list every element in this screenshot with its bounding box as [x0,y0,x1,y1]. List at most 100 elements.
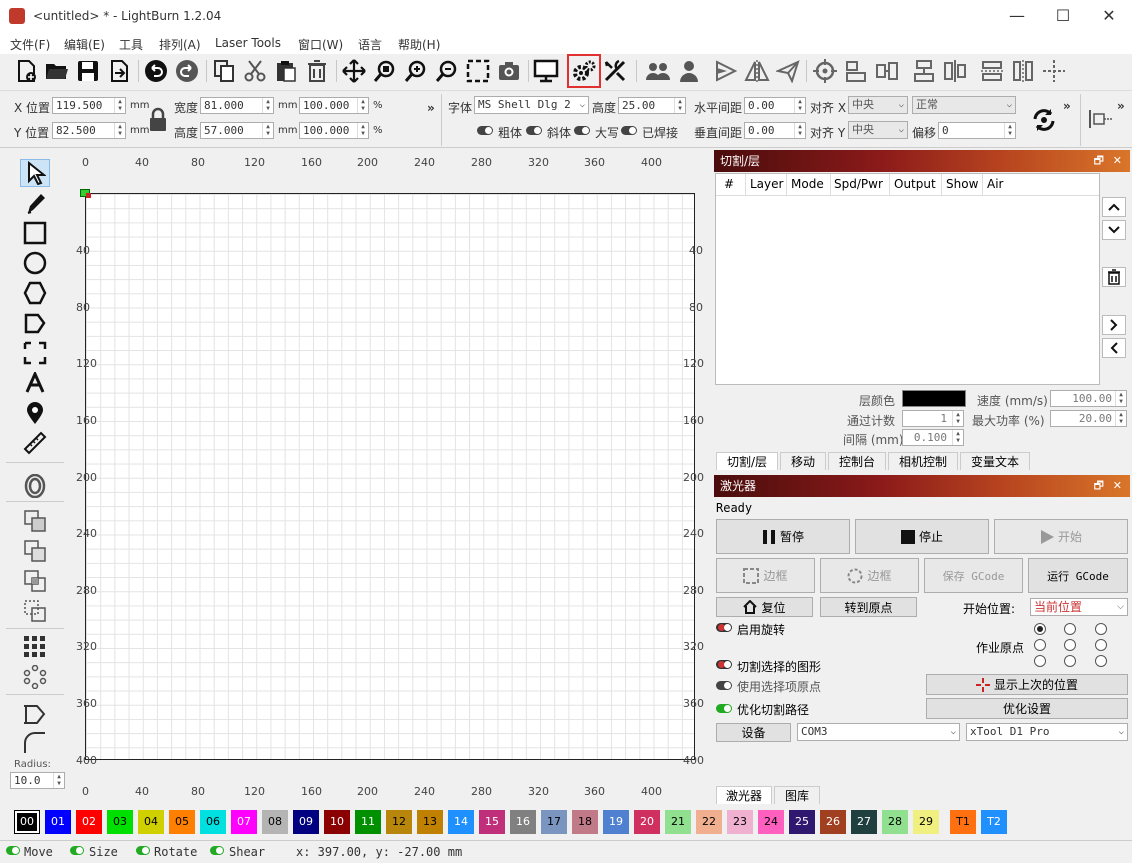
italic-toggle[interactable] [526,126,542,135]
palette-swatch-01[interactable]: 01 [45,810,71,834]
frame-tool-icon[interactable] [20,339,50,367]
move-toggle[interactable] [6,846,20,855]
float-panel-icon[interactable]: 🗗 [1094,475,1104,497]
column-speed-power[interactable]: Spd/Pwr [834,177,883,191]
device-settings-gear-icon[interactable] [567,54,601,88]
palette-swatch-16[interactable]: 16 [510,810,536,834]
column-mode[interactable]: Mode [791,177,824,191]
device-select[interactable]: xTool D1 Pro ⌵ [966,723,1128,741]
maximize-button[interactable]: ☐ [1040,0,1086,32]
menu-arrange[interactable]: 排列(A) [159,36,201,53]
cut-selected-toggle[interactable] [716,660,732,669]
max-power-input[interactable]: 20.00 ▲ ▼ [1050,410,1127,427]
float-panel-icon[interactable]: 🗗 [1094,150,1104,172]
x-position-input[interactable]: 119.500 ▲ ▼ [52,97,126,114]
space-vertical-icon[interactable] [978,57,1006,85]
camera-icon[interactable] [495,57,523,85]
palette-swatch-18[interactable]: 18 [572,810,598,834]
palette-swatch-11[interactable]: 11 [355,810,381,834]
palette-swatch-07[interactable]: 07 [231,810,257,834]
palette-swatch-24[interactable]: 24 [758,810,784,834]
menu-tools[interactable]: 工具 [119,36,143,53]
refresh-icon[interactable] [1030,106,1058,134]
select-tool-icon[interactable] [20,159,50,187]
new-file-icon[interactable] [12,57,40,85]
column-output[interactable]: Output [894,177,936,191]
tab-camera-control[interactable]: 相机控制 [888,452,958,470]
position-laser-tool-icon[interactable] [20,399,50,427]
palette-swatch-09[interactable]: 09 [293,810,319,834]
height-input[interactable]: 57.000 ▲ ▼ [200,122,274,139]
height-percent-input[interactable]: 100.000 ▲ ▼ [299,122,369,139]
tab-laser[interactable]: 激光器 [716,786,772,804]
frame-button[interactable]: 边框 [716,558,815,593]
offset-tool-icon[interactable] [20,472,50,500]
radius-input[interactable]: 10.0 ▲ ▼ [10,772,65,789]
width-percent-input[interactable]: 100.000 ▲ ▼ [299,97,369,114]
palette-swatch-T1[interactable]: T1 [950,810,976,834]
ungroup-icon[interactable] [675,57,703,85]
palette-swatch-25[interactable]: 25 [789,810,815,834]
redo-icon[interactable] [173,57,201,85]
stop-button[interactable]: 停止 [855,519,989,554]
text-tool-icon[interactable] [20,369,50,397]
polygon-tool-icon[interactable] [20,279,50,307]
more-options-toggle-3[interactable]: » [1117,99,1125,113]
align-tool-icon[interactable] [1088,108,1114,130]
group-icon[interactable] [644,57,672,85]
palette-swatch-21[interactable]: 21 [665,810,691,834]
pause-button[interactable]: 暂停 [716,519,850,554]
palette-swatch-20[interactable]: 20 [634,810,660,834]
save-gcode-button[interactable]: 保存 GCode [924,558,1023,593]
edit-nodes-tool-icon[interactable] [20,309,50,337]
y-position-input[interactable]: 82.500 ▲ ▼ [52,122,126,139]
grid-array-icon[interactable] [20,633,50,661]
tab-console[interactable]: 控制台 [828,452,886,470]
boolean-union-icon[interactable] [20,507,50,535]
weld-icon[interactable] [20,597,50,625]
palette-swatch-03[interactable]: 03 [107,810,133,834]
menu-window[interactable]: 窗口(W) [298,36,343,53]
menu-laser-tools[interactable]: Laser Tools [215,36,281,50]
minimize-button[interactable]: — [994,0,1040,32]
menu-language[interactable]: 语言 [358,36,382,53]
show-last-position-button[interactable]: 显示上次的位置 [926,674,1128,695]
palette-swatch-29[interactable]: 29 [913,810,939,834]
work-area-grid[interactable] [85,193,695,760]
origin-bottom-left-radio[interactable] [1034,655,1046,667]
port-select[interactable]: COM3 ⌵ [797,723,960,741]
origin-middle-right-radio[interactable] [1095,639,1107,651]
menu-help[interactable]: 帮助(H) [398,36,440,53]
move-icon[interactable] [340,57,368,85]
font-select[interactable]: MS Shell Dlg 2 ⌵ [474,96,589,114]
text-style-select[interactable]: 正常 ⌵ [912,96,1016,114]
origin-top-left-radio[interactable] [1034,623,1046,635]
circular-array-icon[interactable] [20,663,50,691]
delete-layer-icon[interactable] [1102,267,1126,287]
layer-color-swatch[interactable] [902,390,966,407]
passes-input[interactable]: 1 ▲ ▼ [902,410,964,427]
menu-file[interactable]: 文件(F) [10,36,50,53]
use-selection-origin-toggle[interactable] [716,681,732,690]
palette-swatch-19[interactable]: 19 [603,810,629,834]
save-icon[interactable] [74,57,102,85]
origin-middle-left-radio[interactable] [1034,639,1046,651]
boolean-difference-icon[interactable] [20,537,50,565]
space-horizontal-icon[interactable] [1009,57,1037,85]
origin-bottom-right-radio[interactable] [1095,655,1107,667]
palette-swatch-28[interactable]: 28 [882,810,908,834]
text-height-input[interactable]: 25.00 ▲ ▼ [618,97,686,114]
devices-button[interactable]: 设备 [716,723,791,742]
palette-swatch-05[interactable]: 05 [169,810,195,834]
import-icon[interactable] [105,57,133,85]
distribute-vertical-icon[interactable] [910,57,938,85]
align-x-select[interactable]: 中央 ⌵ [848,96,908,114]
vspace-input[interactable]: 0.00 ▲ ▼ [744,122,806,139]
delete-icon[interactable] [303,57,331,85]
palette-swatch-08[interactable]: 08 [262,810,288,834]
zoom-selection-icon[interactable] [371,57,399,85]
zoom-in-icon[interactable] [402,57,430,85]
monitor-icon[interactable] [532,57,560,85]
palette-swatch-00[interactable]: 00 [14,810,40,834]
mirror-icon[interactable] [743,57,771,85]
